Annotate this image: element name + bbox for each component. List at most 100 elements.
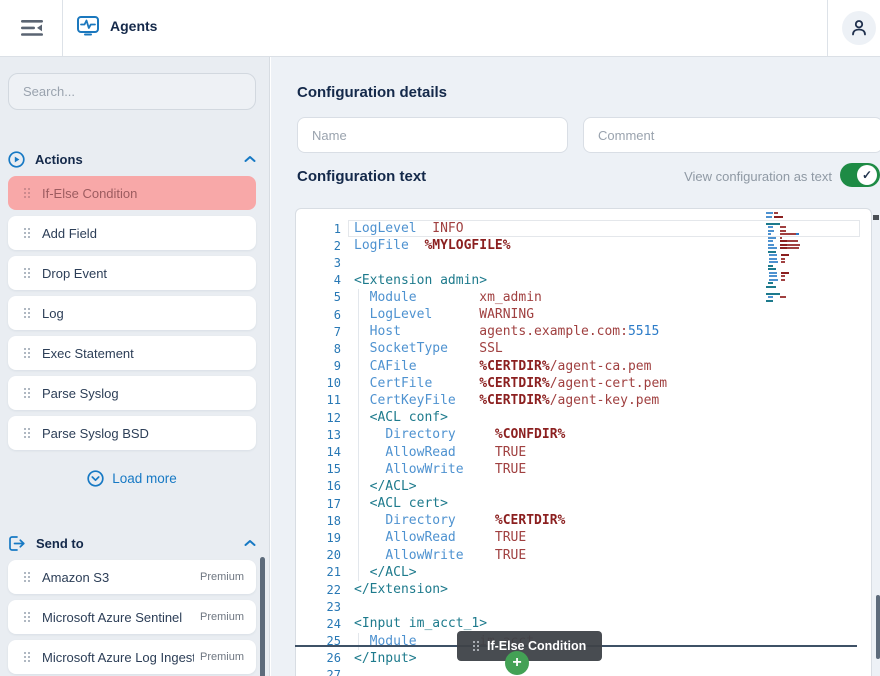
code-token: xm_admin	[479, 290, 542, 305]
code-text: <Extension admin>	[354, 273, 487, 288]
line-number: 16	[296, 479, 341, 493]
code-token: SSL	[479, 341, 502, 356]
user-profile-button[interactable]	[842, 11, 876, 45]
toggle-check-icon: ✓	[857, 165, 877, 185]
code-token: </ACL>	[370, 565, 417, 580]
code-token	[401, 324, 479, 339]
minimap-line	[766, 226, 826, 228]
code-token: %CONFDIR%	[495, 427, 565, 442]
section-label-sendto: Send to	[36, 536, 234, 551]
minimap-line	[766, 233, 826, 235]
code-token	[417, 359, 480, 374]
indent-guide	[358, 512, 359, 529]
editor-scrollbar-thumb[interactable]	[873, 215, 879, 220]
code-text: AllowWrite TRUE	[354, 462, 526, 477]
editor-minimap[interactable]	[766, 212, 826, 312]
line-number: 11	[296, 393, 341, 407]
minimap-line	[766, 254, 826, 256]
minimap-line	[766, 296, 826, 298]
code-token: LogLevel	[370, 307, 433, 322]
chevron-up-icon[interactable]	[244, 155, 256, 163]
code-token	[456, 393, 479, 408]
sidebar-item-parse-syslog-bsd[interactable]: Parse Syslog BSD	[8, 416, 256, 450]
sidebar-item-microsoft-azure-sentinel[interactable]: Microsoft Azure SentinelPremium	[8, 600, 256, 634]
indent-guide	[358, 633, 359, 650]
sendto-item-list: Amazon S3Premium Microsoft Azure Sentinel…	[8, 560, 256, 676]
sidebar-section-actions-header[interactable]: Actions	[8, 148, 256, 170]
code-token	[417, 221, 433, 236]
sidebar-item-microsoft-azure-log-ingestion[interactable]: Microsoft Azure Log Ingestion Premium	[8, 640, 256, 674]
page-scrollbar-thumb[interactable]	[876, 595, 880, 659]
sidebar-item-log[interactable]: Log	[8, 296, 256, 330]
drag-handle-icon	[24, 348, 26, 350]
code-token: %CERTDIR%	[479, 393, 549, 408]
sidebar-item-parse-syslog[interactable]: Parse Syslog	[8, 376, 256, 410]
code-text: Host agents.example.com:5515	[354, 324, 659, 339]
code-token: %CERTDIR%	[479, 359, 549, 374]
code-text: LogLevel WARNING	[354, 307, 534, 322]
line-number: 12	[296, 411, 341, 425]
indent-guide	[358, 409, 359, 426]
code-text: AllowRead TRUE	[354, 445, 526, 460]
configuration-code-editor[interactable]: 1LogLevel INFO2LogFile %MYLOGFILE%34<Ext…	[295, 208, 872, 676]
code-line: 10 CertFile %CERTDIR%/agent-cert.pem	[296, 375, 871, 392]
drag-handle-icon	[473, 641, 475, 643]
chevron-up-icon[interactable]	[244, 539, 256, 547]
line-number: 26	[296, 651, 341, 665]
code-line: 18 Directory %CERTDIR%	[296, 512, 871, 529]
minimap-line	[766, 216, 826, 218]
code-line: 12 <ACL conf>	[296, 409, 871, 426]
premium-badge: Premium	[200, 651, 244, 663]
sidebar-item-label: Microsoft Azure Log Ingestion	[42, 650, 194, 665]
line-number: 10	[296, 376, 341, 390]
sidebar-item-label: Drop Event	[42, 266, 244, 281]
sidebar-item-if-else-condition[interactable]: If-Else Condition	[8, 176, 256, 210]
minimap-line	[766, 244, 826, 246]
code-token: SocketType	[370, 341, 448, 356]
line-number: 6	[296, 308, 341, 322]
sidebar-section-sendto-header[interactable]: Send to	[8, 532, 256, 554]
code-line: 13 Directory %CONFDIR%	[296, 426, 871, 443]
drag-handle-icon	[24, 612, 26, 614]
name-field[interactable]	[297, 117, 568, 153]
sidebar-scrollbar-thumb[interactable]	[260, 557, 265, 676]
sidebar-item-exec-statement[interactable]: Exec Statement	[8, 336, 256, 370]
line-number: 14	[296, 445, 341, 459]
agents-monitor-icon	[76, 14, 100, 38]
section-label-actions: Actions	[35, 152, 234, 167]
code-text: LogFile %MYLOGFILE%	[354, 238, 511, 253]
collapse-sidebar-icon[interactable]	[12, 12, 52, 44]
sidebar-item-add-field[interactable]: Add Field	[8, 216, 256, 250]
code-line: 16 </ACL>	[296, 478, 871, 495]
sidebar-item-drop-event[interactable]: Drop Event	[8, 256, 256, 290]
code-text: Directory %CONFDIR%	[354, 427, 565, 442]
code-token: </ACL>	[370, 479, 417, 494]
code-token: agents.example.com:	[479, 324, 628, 339]
indent-guide	[358, 564, 359, 581]
sidebar-item-amazon-s3[interactable]: Amazon S3Premium	[8, 560, 256, 594]
indent-guide	[358, 323, 359, 340]
line-number: 7	[296, 325, 341, 339]
code-line: 11 CertKeyFile %CERTDIR%/agent-key.pem	[296, 392, 871, 409]
code-token: LogLevel	[354, 221, 417, 236]
code-token: INFO	[432, 221, 463, 236]
sidebar-item-label: If-Else Condition	[42, 186, 244, 201]
code-token: /agent-cert.pem	[550, 376, 667, 391]
code-token	[456, 427, 495, 442]
code-text: Directory %CERTDIR%	[354, 513, 565, 528]
code-token: AllowRead	[385, 445, 455, 460]
indent-guide	[358, 529, 359, 546]
drag-ghost-if-else-condition[interactable]: If-Else Condition	[457, 631, 602, 661]
code-token	[417, 290, 480, 305]
indent-guide	[358, 340, 359, 357]
chevron-down-circle-icon	[87, 470, 104, 487]
line-number: 20	[296, 548, 341, 562]
code-token: TRUE	[495, 548, 526, 563]
actions-item-list: If-Else Condition Add Field Drop Event Log E…	[8, 176, 256, 456]
view-as-text-toggle[interactable]: ✓	[840, 163, 880, 187]
code-token: AllowWrite	[385, 548, 463, 563]
comment-field[interactable]	[583, 117, 880, 153]
code-token: TRUE	[495, 445, 526, 460]
search-input[interactable]	[8, 73, 256, 110]
load-more-button[interactable]: Load more	[0, 467, 264, 489]
